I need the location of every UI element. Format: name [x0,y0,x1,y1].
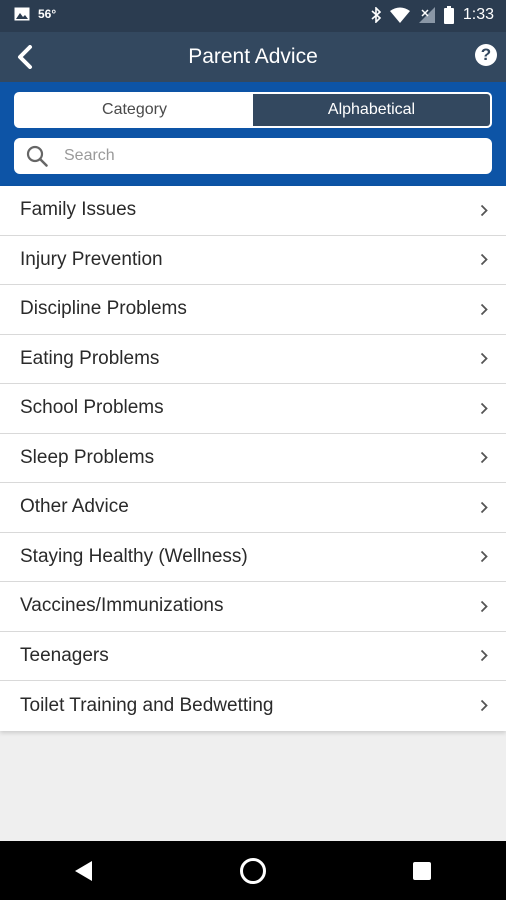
status-bar: 56° 1:33 [0,0,506,32]
wifi-icon [389,7,410,23]
list-item[interactable]: Sleep Problems [0,434,506,483]
nav-back-button[interactable] [54,846,114,896]
question-mark-icon: ? [480,45,492,64]
status-left: 56° [14,7,56,21]
clock-text: 1:33 [462,6,494,23]
signal-icon [418,7,435,23]
list-item[interactable]: Injury Prevention [0,236,506,285]
chevron-right-icon [480,352,488,365]
list-item[interactable]: Discipline Problems [0,285,506,335]
bluetooth-icon [371,7,381,23]
list-item-label: Eating Problems [20,347,160,369]
status-right: 1:33 [371,6,494,24]
chevron-right-icon [480,600,488,613]
list-item-label: Sleep Problems [20,446,155,468]
chevron-right-icon [480,649,488,662]
list-item[interactable]: Staying Healthy (Wellness) [0,533,506,582]
list-item[interactable]: School Problems [0,384,506,434]
list-item-label: Family Issues [20,199,137,221]
list-item-label: Teenagers [20,644,109,666]
list-item-label: Discipline Problems [20,298,187,320]
list-item[interactable]: Family Issues [0,186,506,236]
back-triangle-icon [75,860,93,881]
recents-square-icon [412,861,431,880]
home-circle-icon [239,857,266,884]
app-bar: Parent Advice ? [0,32,506,82]
tab-category[interactable]: Category [16,94,253,126]
list-item[interactable]: Toilet Training and Bedwetting [0,681,506,731]
chevron-right-icon [480,303,488,316]
list-item-label: Toilet Training and Bedwetting [20,694,274,716]
chevron-right-icon [480,501,488,514]
list-item[interactable]: Vaccines/Immunizations [0,582,506,632]
search-bar [14,138,492,174]
list-item-label: Other Advice [20,496,129,518]
list-item[interactable]: Teenagers [0,632,506,681]
search-input[interactable] [62,146,466,166]
list-item[interactable]: Eating Problems [0,335,506,384]
chevron-right-icon [480,699,488,712]
help-button[interactable]: ? [475,44,497,66]
tab-alphabetical[interactable]: Alphabetical [253,94,490,126]
chevron-right-icon [480,253,488,266]
page-title: Parent Advice [188,45,318,68]
nav-home-button[interactable] [223,846,283,896]
sort-segmented-control: Category Alphabetical [14,92,492,128]
controls-panel: Category Alphabetical [0,82,506,186]
chevron-right-icon [480,550,488,563]
list-item-label: Injury Prevention [20,248,163,270]
topic-list: Family Issues Injury Prevention Discipline… [0,186,506,731]
chevron-right-icon [480,451,488,464]
list-item-label: Staying Healthy (Wellness) [20,545,248,567]
temperature-text: 56° [38,7,57,21]
image-icon [14,7,30,21]
system-nav-bar [0,841,506,900]
nav-recents-button[interactable] [392,846,452,896]
battery-icon [443,6,454,24]
chevron-right-icon [480,204,488,217]
chevron-right-icon [480,402,488,415]
list-item-label: Vaccines/Immunizations [20,595,224,617]
list-item[interactable]: Other Advice [0,483,506,533]
list-item-label: School Problems [20,397,164,419]
search-icon [26,145,48,167]
